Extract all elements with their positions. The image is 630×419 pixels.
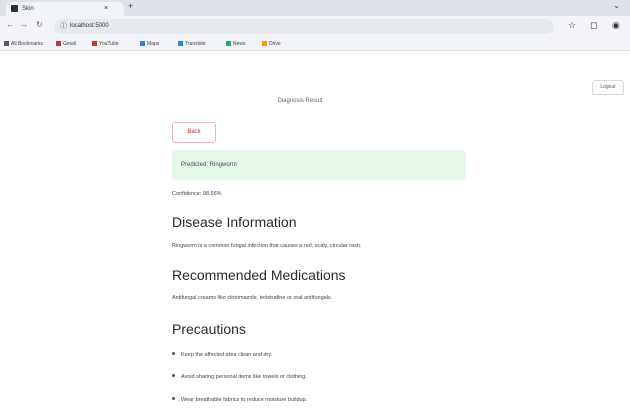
browser-tab[interactable]: Skin ×: [6, 2, 124, 16]
gmail-icon: [56, 41, 61, 46]
youtube-icon: [92, 41, 97, 46]
list-item: Keep the affected area clean and dry.: [172, 352, 272, 358]
bookmark-item[interactable]: News: [226, 38, 246, 50]
list-item: Avoid sharing personal items like towels…: [172, 374, 307, 380]
logout-button[interactable]: Logout: [592, 80, 624, 95]
bookmark-item[interactable]: Drive: [262, 38, 281, 50]
news-icon: [226, 41, 231, 46]
bookmark-item[interactable]: YouTube: [92, 38, 119, 50]
precautions-heading: Precautions: [172, 321, 246, 337]
bookmark-item[interactable]: Gmail: [56, 38, 76, 50]
bookmark-folder-icon: [4, 41, 9, 46]
translate-icon: [178, 41, 183, 46]
address-bar[interactable]: ⓘ localhost:5000: [54, 19, 554, 34]
prediction-result: Predicted: Ringworm: [172, 150, 466, 180]
disease-info-heading: Disease Information: [172, 214, 297, 230]
profile-icon[interactable]: ◉: [612, 20, 620, 31]
favicon-icon: [11, 5, 18, 12]
bullet-icon: [172, 374, 175, 377]
back-arrow-icon[interactable]: ←: [6, 20, 14, 29]
medications-text: Antifungal creams like clotrimazole, ter…: [172, 295, 333, 301]
bookmark-star-icon[interactable]: ☆: [568, 20, 576, 31]
chevron-down-icon[interactable]: ⌄: [613, 1, 620, 10]
drive-icon: [262, 41, 267, 46]
bookmark-item[interactable]: Translate: [178, 38, 206, 50]
info-icon[interactable]: ⓘ: [60, 19, 67, 34]
bookmark-item[interactable]: Maps: [140, 38, 159, 50]
forward-arrow-icon[interactable]: →: [20, 20, 28, 29]
close-tab-icon[interactable]: ×: [104, 2, 108, 16]
maps-icon: [140, 41, 145, 46]
browser-tab-strip: Skin × + ⌄: [0, 0, 630, 16]
browser-nav-bar: ← → ↻ ⓘ localhost:5000 ☆ ◻ ◉: [0, 16, 630, 38]
bookmarks-bar: All Bookmarks Gmail YouTube Maps Transla…: [0, 38, 630, 51]
tab-title: Skin: [22, 6, 34, 12]
bullet-icon: [172, 397, 175, 400]
extensions-icon[interactable]: ◻: [590, 20, 597, 31]
bookmark-item[interactable]: All Bookmarks: [4, 38, 43, 50]
reload-icon[interactable]: ↻: [36, 20, 43, 29]
bullet-icon: [172, 352, 175, 355]
address-bar-url[interactable]: localhost:5000: [70, 19, 109, 34]
confidence-score: Confidence: 98.56%: [172, 191, 222, 197]
medications-heading: Recommended Medications: [172, 267, 346, 283]
back-button[interactable]: Back: [172, 122, 216, 143]
list-item: Wear breathable fabrics to reduce moistu…: [172, 397, 307, 403]
disease-info-text: Ringworm is a common fungal infection th…: [172, 243, 362, 249]
page-title: Diagnosis Result: [277, 98, 323, 104]
new-tab-icon[interactable]: +: [128, 1, 133, 11]
